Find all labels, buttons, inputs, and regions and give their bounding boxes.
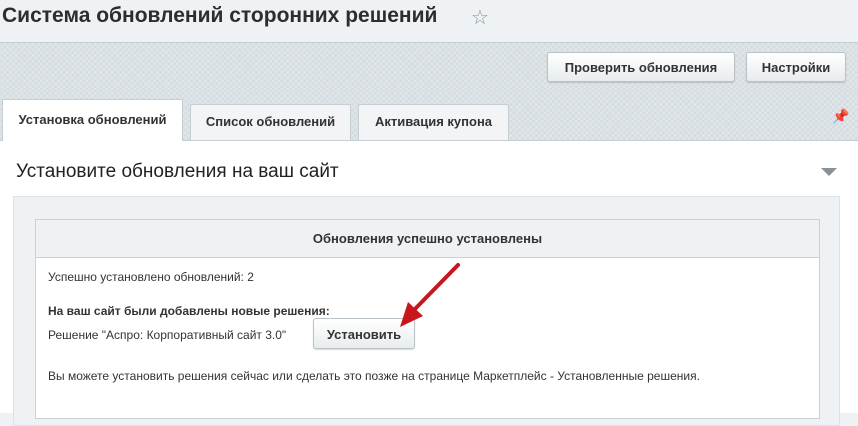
star-icon[interactable]: ☆ [471,5,489,30]
notice-header: Обновления успешно установлены [36,220,819,258]
added-solutions-heading: На ваш сайт были добавлены новые решения… [48,304,330,318]
tab-updates-list[interactable]: Список обновлений [190,104,351,140]
info-text: Вы можете установить решения сейчас или … [48,369,700,383]
toolbar: Проверить обновления Настройки [0,42,858,91]
title-bar: Система обновлений сторонних решений ☆ [0,0,858,42]
content-panel: Установите обновления на ваш сайт Обновл… [0,141,858,426]
solution-text: Решение "Аспро: Корпоративный сайт 3.0" [48,328,287,342]
check-updates-button[interactable]: Проверить обновления [547,52,735,82]
collapse-icon[interactable] [821,168,837,176]
pin-icon[interactable]: 📌 [832,108,849,125]
settings-button[interactable]: Настройки [746,52,846,82]
section-title: Установите обновления на ваш сайт [16,161,339,182]
section-body: Обновления успешно установлены Успешно у… [13,196,840,426]
installed-count-text: Успешно установлено обновлений: 2 [48,270,254,284]
tab-install-updates[interactable]: Установка обновлений [2,99,183,141]
page-title: Система обновлений сторонних решений [2,4,438,27]
success-notice: Обновления успешно установлены Успешно у… [35,219,820,419]
tab-coupon-activation[interactable]: Активация купона [358,104,509,140]
tabs-bar: Установка обновлений Список обновлений А… [0,90,858,141]
install-button[interactable]: Установить [313,318,415,349]
